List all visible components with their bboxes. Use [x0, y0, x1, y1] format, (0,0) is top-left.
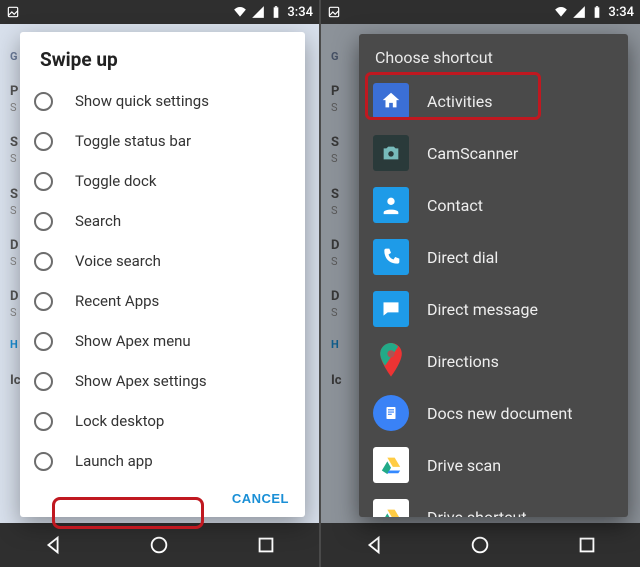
shortcut-activities[interactable]: Activities: [365, 75, 622, 127]
choose-shortcut-dialog: Choose shortcut Activities CamScanner Co…: [359, 34, 628, 517]
shortcut-docs-new[interactable]: Docs new document: [365, 387, 622, 439]
options-list: Show quick settings Toggle status bar To…: [20, 81, 305, 482]
radio-icon: [34, 332, 53, 351]
option-launch-app[interactable]: Launch app: [22, 441, 303, 481]
clock: 3:34: [287, 5, 313, 20]
shortcut-label: Drive shortcut: [427, 508, 527, 518]
screenshot-icon: [6, 5, 20, 19]
back-icon[interactable]: [42, 534, 64, 556]
signal-icon: [572, 5, 586, 19]
shortcut-label: Docs new document: [427, 404, 572, 423]
phone-left: 3:34 G PS SS SS DS DS H Ic Swipe up Show…: [0, 0, 319, 567]
clock: 3:34: [608, 5, 634, 20]
status-bar: 3:34: [0, 0, 319, 24]
option-search[interactable]: Search: [22, 201, 303, 241]
option-show-apex-settings[interactable]: Show Apex settings: [22, 361, 303, 401]
screenshot-icon: [327, 5, 341, 19]
wifi-icon: [233, 5, 247, 19]
phone-right: 3:34 G PS SS SS DS DS H Ic Choose shortc…: [321, 0, 640, 567]
home-icon[interactable]: [148, 534, 170, 556]
shortcut-drive-scan[interactable]: Drive scan: [365, 439, 622, 491]
option-voice-search[interactable]: Voice search: [22, 241, 303, 281]
radio-icon: [34, 92, 53, 111]
option-label: Lock desktop: [75, 412, 164, 430]
option-label: Show Apex settings: [75, 372, 207, 390]
shortcut-drive-shortcut[interactable]: Drive shortcut: [365, 491, 622, 517]
radio-icon: [34, 172, 53, 191]
wifi-icon: [554, 5, 568, 19]
shortcut-label: Directions: [427, 352, 499, 371]
docs-icon: [373, 395, 409, 431]
camera-icon: [373, 135, 409, 171]
option-toggle-status-bar[interactable]: Toggle status bar: [22, 121, 303, 161]
radio-icon: [34, 292, 53, 311]
dialog-title: Swipe up: [20, 32, 305, 81]
shortcut-directions[interactable]: Directions: [365, 335, 622, 387]
option-label: Recent Apps: [75, 292, 159, 310]
shortcut-direct-dial[interactable]: Direct dial: [365, 231, 622, 283]
radio-icon: [34, 372, 53, 391]
nav-bar: [0, 523, 319, 567]
cancel-button[interactable]: CANCEL: [232, 491, 289, 506]
option-label: Show Apex menu: [75, 332, 191, 350]
radio-icon: [34, 212, 53, 231]
option-toggle-dock[interactable]: Toggle dock: [22, 161, 303, 201]
radio-icon: [34, 132, 53, 151]
activities-icon: [373, 83, 409, 119]
shortcut-label: Contact: [427, 196, 483, 215]
swipe-up-dialog: Swipe up Show quick settings Toggle stat…: [20, 32, 305, 517]
battery-icon: [590, 5, 604, 19]
option-recent-apps[interactable]: Recent Apps: [22, 281, 303, 321]
option-show-apex-menu[interactable]: Show Apex menu: [22, 321, 303, 361]
nav-bar: [321, 523, 640, 567]
back-icon[interactable]: [363, 534, 385, 556]
home-icon[interactable]: [469, 534, 491, 556]
shortcut-direct-message[interactable]: Direct message: [365, 283, 622, 335]
drive-icon: [373, 499, 409, 517]
option-label: Show quick settings: [75, 92, 209, 110]
option-label: Toggle status bar: [75, 132, 191, 150]
radio-icon: [34, 252, 53, 271]
option-lock-desktop[interactable]: Lock desktop: [22, 401, 303, 441]
shortcut-list: Activities CamScanner Contact Direct dia…: [359, 75, 628, 517]
dialog-title: Choose shortcut: [359, 34, 628, 75]
shortcut-contact[interactable]: Contact: [365, 179, 622, 231]
shortcut-label: Direct message: [427, 300, 538, 319]
signal-icon: [251, 5, 265, 19]
option-label: Launch app: [75, 452, 153, 470]
radio-icon: [34, 412, 53, 431]
shortcut-label: Drive scan: [427, 456, 501, 475]
maps-pin-icon: [373, 343, 409, 379]
option-show-quick-settings[interactable]: Show quick settings: [22, 81, 303, 121]
recents-icon[interactable]: [576, 534, 598, 556]
contact-icon: [373, 187, 409, 223]
option-label: Toggle dock: [75, 172, 156, 190]
phone-icon: [373, 239, 409, 275]
status-bar: 3:34: [321, 0, 640, 24]
shortcut-label: CamScanner: [427, 144, 518, 163]
shortcut-label: Activities: [427, 92, 492, 111]
shortcut-label: Direct dial: [427, 248, 498, 267]
shortcut-camscanner[interactable]: CamScanner: [365, 127, 622, 179]
radio-icon: [34, 452, 53, 471]
option-label: Search: [75, 212, 121, 230]
drive-icon: [373, 447, 409, 483]
recents-icon[interactable]: [255, 534, 277, 556]
message-icon: [373, 291, 409, 327]
option-label: Voice search: [75, 252, 161, 270]
battery-icon: [269, 5, 283, 19]
